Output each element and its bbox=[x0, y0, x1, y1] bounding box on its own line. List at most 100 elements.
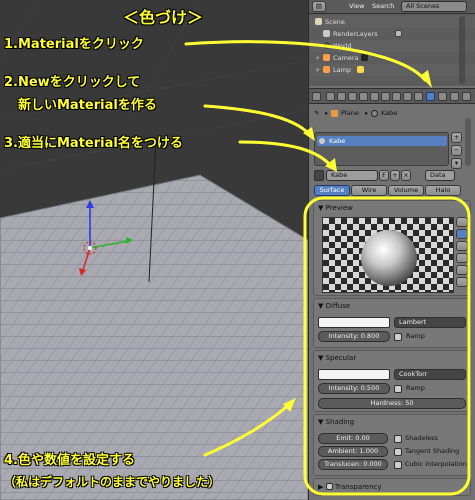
outliner-row-lamp[interactable]: + Lamp bbox=[309, 64, 475, 76]
diffuse-shader-dropdown[interactable]: Lambert bbox=[394, 317, 466, 328]
scene-icon bbox=[315, 18, 322, 25]
camera-data-icon bbox=[361, 54, 368, 61]
hardness-field[interactable]: Hardness: 50 bbox=[318, 398, 466, 409]
material-slot-list[interactable]: Kabe bbox=[314, 132, 449, 166]
material-name-field[interactable]: Kabe bbox=[326, 170, 378, 181]
diffuse-ramp-label: Ramp bbox=[406, 332, 425, 340]
transparency-title[interactable]: ▶ Transparency bbox=[318, 482, 382, 493]
physics-tab-icon[interactable] bbox=[414, 92, 423, 101]
camera-icon bbox=[323, 54, 330, 61]
outliner-row-renderlayers[interactable]: RenderLayers bbox=[309, 28, 475, 40]
diffuse-title[interactable]: ▼ Diffuse bbox=[318, 301, 350, 312]
slot-specials-button[interactable]: ▾ bbox=[451, 158, 462, 169]
outliner-row-scene[interactable]: Scene bbox=[309, 16, 475, 28]
specular-intensity-field[interactable]: Intensity: 0.500 bbox=[318, 383, 390, 394]
lamp-data-icon bbox=[357, 66, 364, 73]
search-menu[interactable]: Search bbox=[372, 1, 394, 11]
world-tab-icon[interactable] bbox=[359, 92, 368, 101]
specular-color-swatch[interactable] bbox=[318, 369, 390, 380]
tab-surface[interactable]: Surface bbox=[314, 185, 350, 196]
fake-user-button[interactable]: F bbox=[379, 170, 389, 181]
properties-context-tabs bbox=[309, 88, 475, 104]
preview-section: ▼ Preview bbox=[313, 200, 471, 296]
annotation-step2-line2: 新しいMaterialを作る bbox=[18, 98, 157, 113]
specular-shader-dropdown[interactable]: CookTorr bbox=[394, 369, 466, 380]
annotation-step4-line1: 4.色や数値を設定する bbox=[4, 453, 135, 468]
breadcrumb: ✎ ▸ Plane ▸ Kabe bbox=[309, 106, 475, 120]
diffuse-intensity-field[interactable]: Intensity: 0.800 bbox=[318, 331, 390, 342]
tab-wire[interactable]: Wire bbox=[351, 185, 387, 196]
editor-type-button[interactable]: ▤ bbox=[312, 1, 326, 12]
shadeless-label: Shadeless bbox=[405, 434, 438, 442]
material-ball-icon bbox=[319, 138, 325, 144]
translucency-field[interactable]: Translucen: 0.000 bbox=[318, 459, 388, 470]
list-scrollbar[interactable] bbox=[465, 118, 471, 166]
annotation-step3: 3.適当にMaterial名をつける bbox=[4, 136, 183, 151]
outliner-header: ▤ View Search All Scenes bbox=[309, 0, 475, 14]
tab-volume[interactable]: Volume bbox=[388, 185, 424, 196]
diffuse-color-swatch[interactable] bbox=[318, 317, 390, 328]
outliner-row-world[interactable]: World bbox=[309, 40, 475, 52]
cubic-interpolation-checkbox[interactable] bbox=[394, 461, 402, 469]
preview-flat-icon[interactable] bbox=[456, 217, 468, 227]
material-tab-icon[interactable] bbox=[426, 92, 435, 101]
add-slot-button[interactable]: + bbox=[451, 132, 462, 143]
material-browse-icon[interactable] bbox=[314, 170, 324, 181]
editor-type-icon[interactable] bbox=[312, 92, 321, 101]
scene-filter-dropdown[interactable]: All Scenes bbox=[401, 1, 467, 12]
specular-title[interactable]: ▼ Specular bbox=[318, 353, 356, 364]
shadeless-checkbox[interactable] bbox=[394, 435, 402, 443]
material-preview-image bbox=[322, 217, 454, 293]
particles-tab-icon[interactable] bbox=[450, 92, 459, 101]
constraints-tab-icon[interactable] bbox=[381, 92, 390, 101]
tangent-shading-checkbox[interactable] bbox=[394, 448, 402, 456]
view-menu[interactable]: View bbox=[349, 1, 364, 11]
specular-ramp-checkbox[interactable] bbox=[394, 385, 402, 393]
unlink-material-button[interactable]: × bbox=[401, 170, 411, 181]
pin-icon[interactable]: ✎ bbox=[314, 106, 319, 120]
diffuse-section: ▼ Diffuse Lambert Intensity: 0.800 Ramp bbox=[313, 298, 471, 348]
render-layers-tab-icon[interactable] bbox=[337, 92, 346, 101]
tab-halo[interactable]: Halo bbox=[425, 185, 461, 196]
preview-monkey-icon[interactable] bbox=[456, 253, 468, 263]
preview-cube-icon[interactable] bbox=[456, 241, 468, 251]
expand-icon[interactable]: + bbox=[315, 52, 320, 64]
lamp-icon bbox=[323, 66, 330, 73]
specular-section: ▼ Specular CookTorr Intensity: 0.500 Ram… bbox=[313, 350, 471, 412]
expand-icon[interactable]: + bbox=[315, 64, 320, 76]
ambient-field[interactable]: Ambient: 1.000 bbox=[318, 446, 388, 457]
render-tab-icon[interactable] bbox=[326, 92, 335, 101]
outliner: Scene RenderLayers World + Camera + Lamp bbox=[309, 14, 475, 86]
breadcrumb-material: Kabe bbox=[381, 109, 398, 117]
breadcrumb-object: Plane bbox=[341, 109, 359, 117]
link-dropdown[interactable]: Data bbox=[425, 170, 455, 181]
physics-settings-tab-icon[interactable] bbox=[462, 92, 471, 101]
preview-sphere-icon[interactable] bbox=[456, 229, 468, 239]
shading-title[interactable]: ▼ Shading bbox=[318, 417, 354, 428]
object-tab-icon[interactable] bbox=[370, 92, 379, 101]
shading-section: ▼ Shading Emit: 0.00 Ambient: 1.000 Tran… bbox=[313, 414, 471, 476]
annotation-step4-line2: （私はデフォルトのままでやりました） bbox=[4, 475, 221, 489]
emit-field[interactable]: Emit: 0.00 bbox=[318, 433, 388, 444]
diffuse-ramp-checkbox[interactable] bbox=[394, 333, 402, 341]
material-icon bbox=[371, 110, 378, 117]
material-slot-selected[interactable]: Kabe bbox=[317, 136, 447, 146]
cubic-interpolation-label: Cubic Interpolation bbox=[405, 460, 467, 468]
texture-tab-icon[interactable] bbox=[438, 92, 447, 101]
renderlayers-icon bbox=[323, 30, 330, 37]
preview-world-icon[interactable] bbox=[456, 277, 468, 287]
breadcrumb-separator-icon: ▸ bbox=[365, 109, 369, 117]
annotation-step1: 1.Materialをクリック bbox=[4, 37, 144, 52]
remove-slot-button[interactable]: − bbox=[451, 145, 462, 156]
scene-tab-icon[interactable] bbox=[348, 92, 357, 101]
tangent-shading-label: Tangent Shading bbox=[405, 447, 460, 455]
render-toggle-icon[interactable] bbox=[395, 30, 402, 37]
outliner-scrollbar[interactable] bbox=[459, 16, 465, 84]
modifiers-tab-icon[interactable] bbox=[392, 92, 401, 101]
outliner-row-camera[interactable]: + Camera bbox=[309, 52, 475, 64]
new-material-button[interactable]: + bbox=[390, 170, 400, 181]
data-tab-icon[interactable] bbox=[403, 92, 412, 101]
properties-panel: ▤ View Search All Scenes Scene RenderLay… bbox=[308, 0, 475, 500]
preview-hair-icon[interactable] bbox=[456, 265, 468, 275]
preview-title[interactable]: ▼ Preview bbox=[318, 203, 353, 214]
